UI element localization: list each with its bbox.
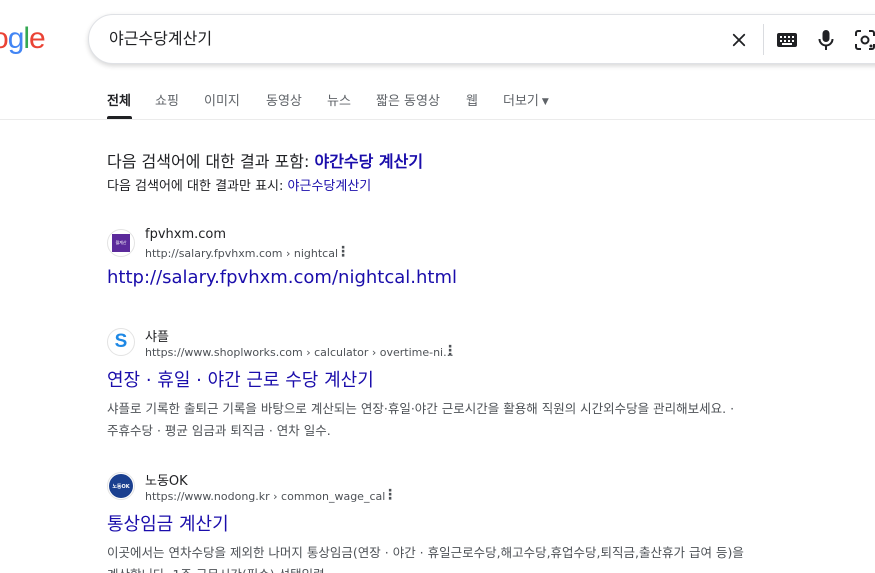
logo-letter: e [29,22,46,55]
site-url[interactable]: http://salary.fpvhxm.com › nightcal [145,247,338,260]
tab-all[interactable]: 전체 [107,90,131,109]
google-logo[interactable]: ogle [0,22,46,56]
site-name[interactable]: fpvhxm.com [145,227,226,242]
site-url[interactable]: https://www.nodong.kr › common_wage_cal [145,490,385,503]
site-favicon: 월계산 [107,229,135,257]
site-name[interactable]: 노동OK [145,470,188,489]
search-tabs: 전체 쇼핑 이미지 동영상 뉴스 짧은 동영상 웹 더보기 ▼ [0,86,875,120]
tab-images[interactable]: 이미지 [204,90,240,109]
spell-correction: 다음 검색어에 대한 결과 포함: 야간수당 계산기 [107,148,423,172]
tab-web[interactable]: 웹 [466,90,478,109]
logo-letter: g [7,22,25,55]
mic-icon[interactable] [813,27,839,53]
result-title-link[interactable]: 연장 · 휴일 · 야간 근로 수당 계산기 [107,366,374,392]
favicon-text: S [114,331,128,352]
chevron-down-icon: ▼ [541,97,549,107]
tab-more[interactable]: 더보기 ▼ [503,90,549,109]
favicon-text: 노동OK [112,483,130,490]
logo-letter: o [0,22,9,55]
site-favicon: S [107,328,135,356]
tab-news[interactable]: 뉴스 [327,90,351,109]
more-options-icon[interactable]: ⋮ [383,488,397,502]
result-snippet: 샤플로 기록한 출퇴근 기록을 바탕으로 계산되는 연장·휴일·야간 근로시간을… [107,401,735,438]
result-snippet: 이곳에서는 연차수당을 제외한 나머지 통상임금(연장 · 야간 · 휴일근로수… [107,545,744,573]
corrected-query-link[interactable]: 야간수당 계산기 [314,152,423,171]
spell-original-prefix: 다음 검색어에 대한 결과만 표시: [107,179,288,194]
original-query-link[interactable]: 야근수당계산기 [288,179,372,194]
tab-more-label: 더보기 [503,94,539,109]
result-title-link[interactable]: http://salary.fpvhxm.com/nightcal.html [107,267,457,288]
more-options-icon[interactable]: ⋮ [336,245,350,259]
search-box[interactable]: 야근수당계산기 [88,14,875,64]
tab-videos[interactable]: 동영상 [266,90,302,109]
tab-short-videos[interactable]: 짧은 동영상 [376,90,440,109]
result-title-link[interactable]: 통상임금 계산기 [107,510,229,536]
tab-shopping[interactable]: 쇼핑 [155,90,179,109]
site-url[interactable]: https://www.shoplworks.com › calculator … [145,346,454,359]
site-favicon: 노동OK [107,472,135,500]
search-divider [763,24,764,55]
search-input[interactable]: 야근수당계산기 [109,29,212,49]
close-icon[interactable] [726,27,752,53]
active-tab-indicator [107,116,132,119]
spell-prefix: 다음 검색어에 대한 결과 포함: [107,152,315,171]
more-options-icon[interactable]: ⋮ [443,344,457,358]
site-name[interactable]: 샤플 [145,326,169,345]
favicon-text: 월계산 [115,240,127,245]
spell-original: 다음 검색어에 대한 결과만 표시: 야근수당계산기 [107,175,371,194]
camera-icon[interactable] [852,27,875,53]
keyboard-icon[interactable] [774,27,800,53]
